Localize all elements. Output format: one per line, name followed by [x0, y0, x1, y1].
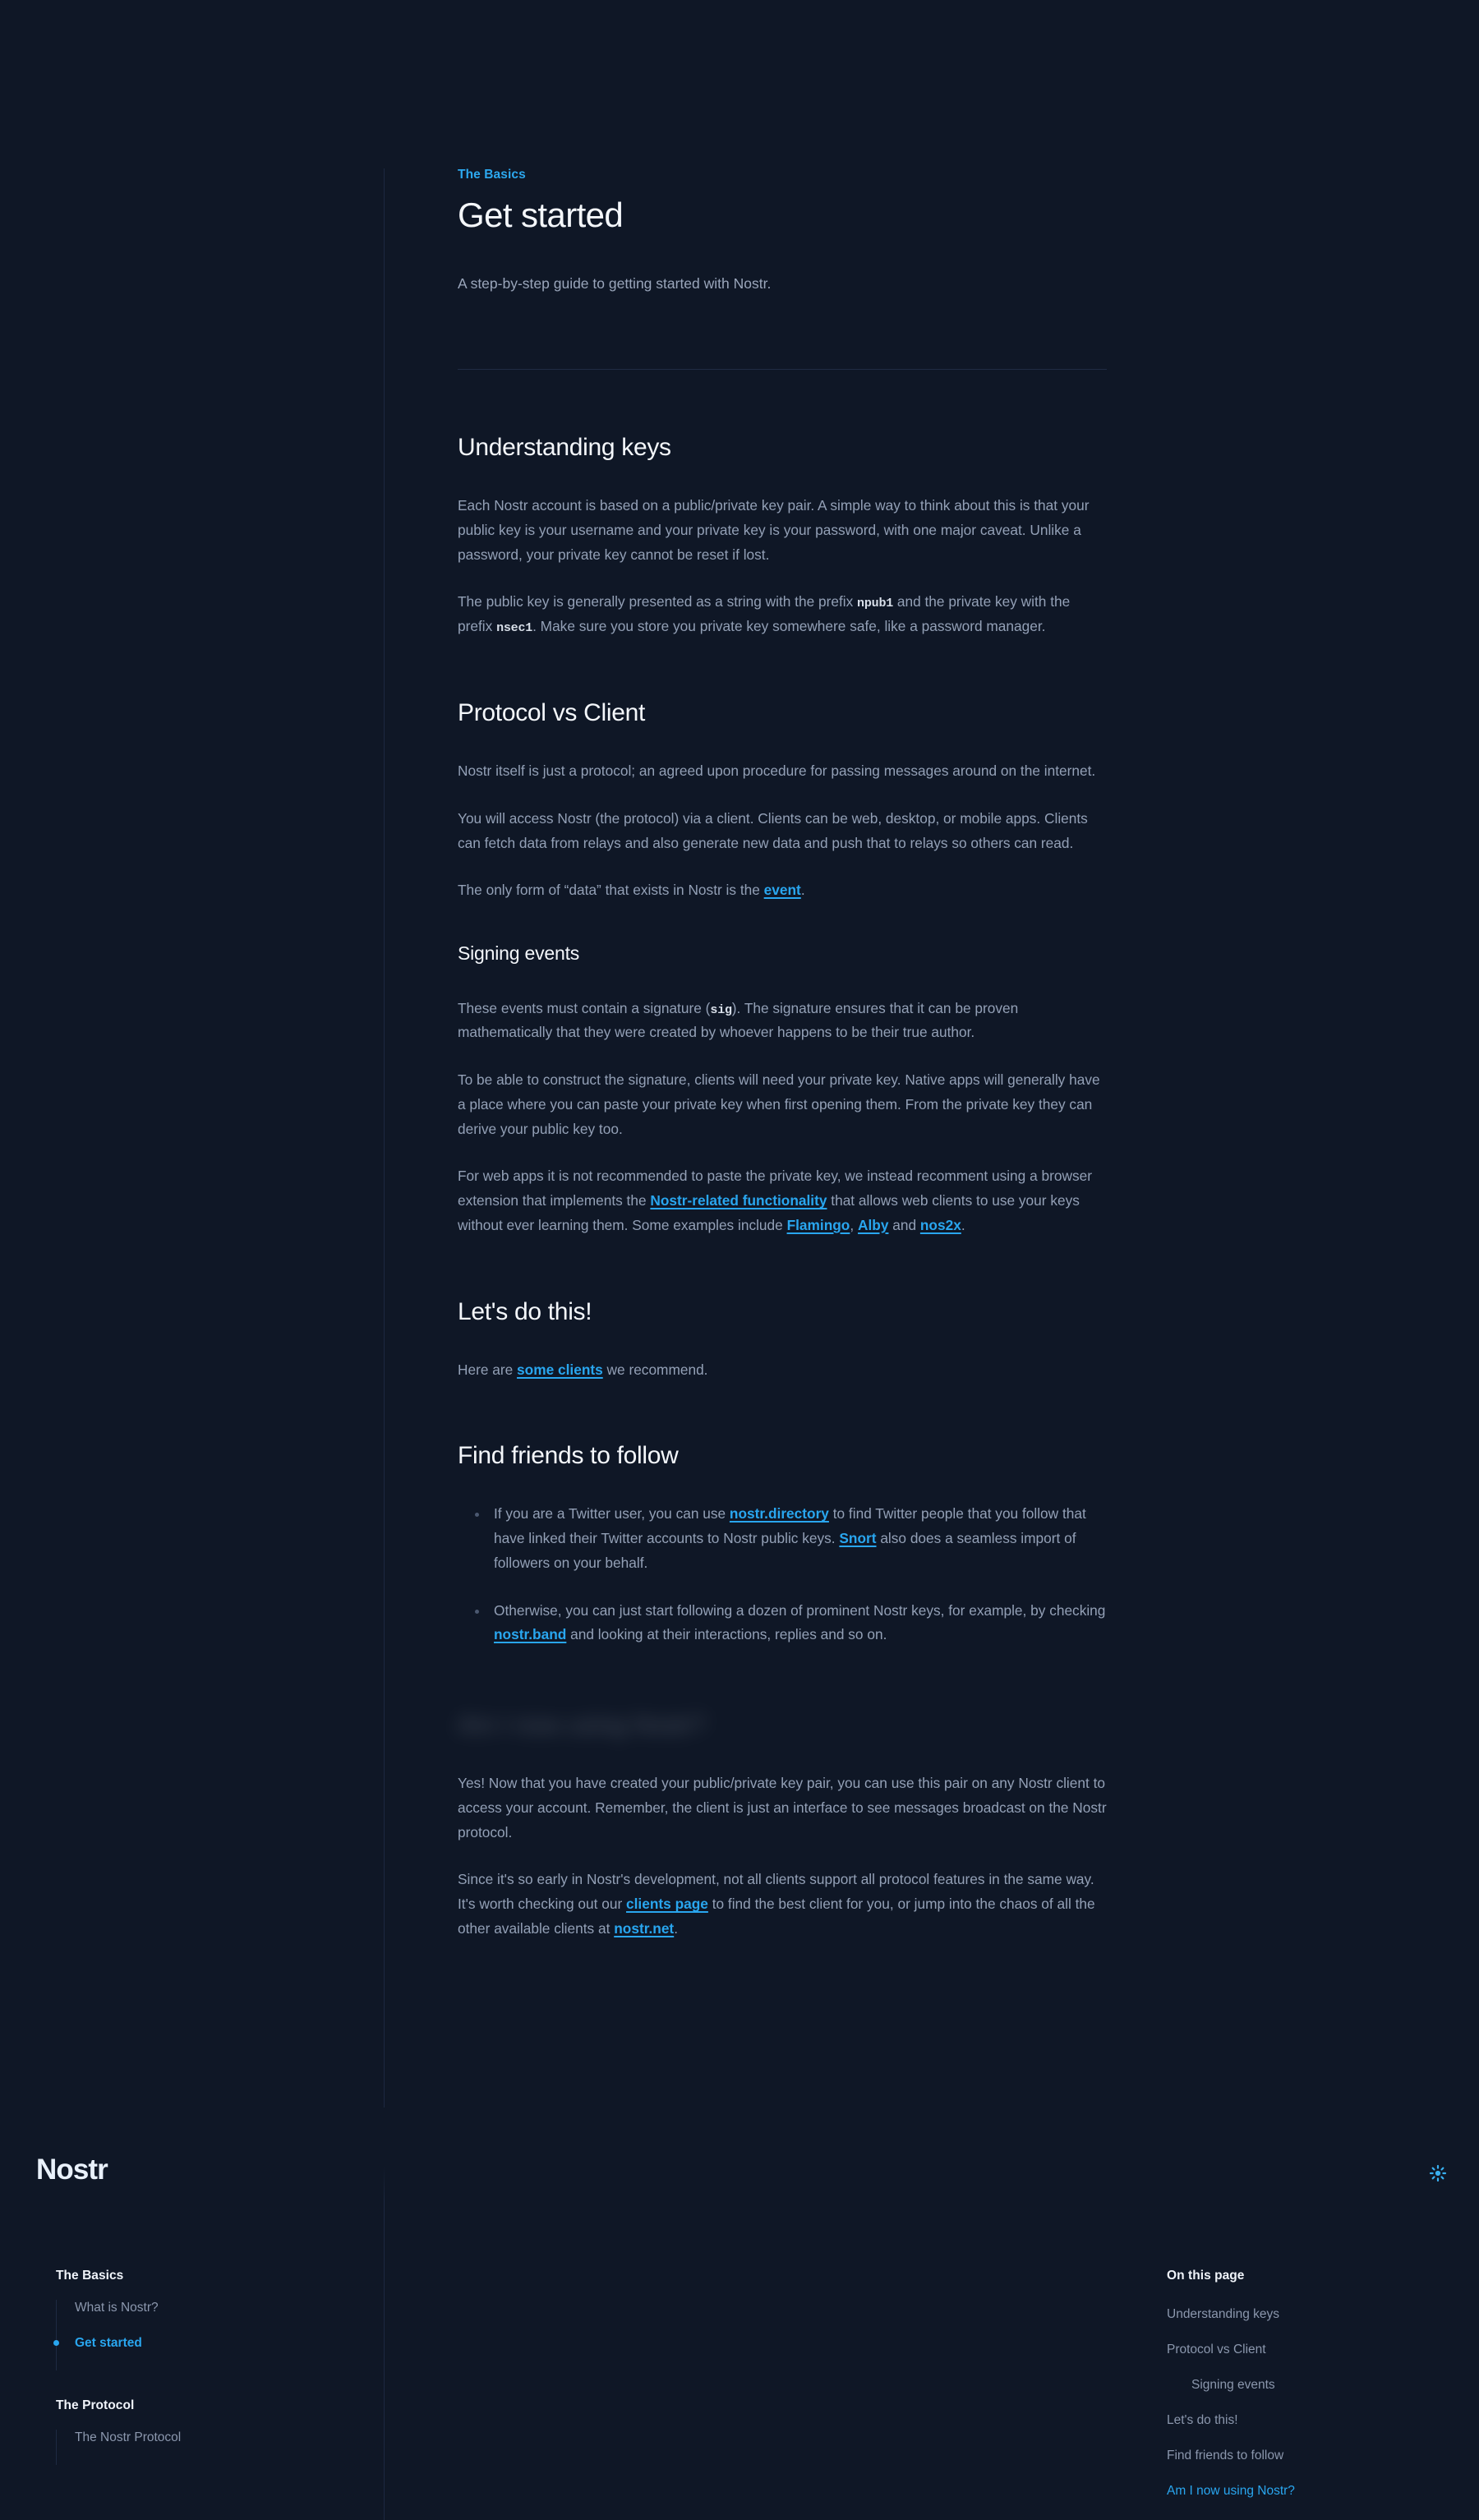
body-link[interactable]: Alby [858, 1217, 888, 1233]
body-paragraph: To be able to construct the signature, c… [458, 1071, 1100, 1137]
body-link[interactable]: event [764, 882, 801, 898]
body-link[interactable]: nos2x [920, 1217, 961, 1233]
body-paragraph: Here are some clients we recommend. [458, 1361, 708, 1378]
body-link[interactable]: nostr.band [494, 1626, 566, 1642]
bullet-list: If you are a Twitter user, you can use n… [458, 1502, 1107, 1647]
body-paragraph: Nostr itself is just a protocol; an agre… [458, 762, 1096, 780]
body-paragraph: For web apps it is not recommended to pa… [458, 1168, 1092, 1233]
body-paragraph: The public key is generally presented as… [458, 593, 1071, 636]
article-content: The Basics Get started A step-by-step gu… [458, 0, 1107, 1942]
list-item: If you are a Twitter user, you can use n… [458, 1502, 1107, 1575]
toc-title: On this page [1167, 2269, 1245, 2283]
sidebar-group: The Basics What is Nostr? Get started [0, 2269, 384, 2370]
sidebar-item-the-nostr-protocol[interactable]: The Nostr Protocol [75, 2430, 384, 2465]
chrome-backdrop-top [384, 2108, 1134, 2202]
section-heading: Protocol vs Client [458, 699, 646, 727]
body-paragraph: Since it's so early in Nostr's developme… [458, 1871, 1095, 1937]
toc-item-am-i-now-using-nostr[interactable]: Am I now using Nostr? [1167, 2483, 1438, 2500]
article-sections: Understanding keys Each Nostr account is … [458, 433, 1107, 1941]
toc-item-signing-events[interactable]: Signing events [1167, 2377, 1438, 2394]
sidebar-navigation: The Basics What is Nostr? Get started The P… [0, 2269, 384, 2465]
subsection-heading: Signing events [458, 942, 580, 965]
toc-item-find-friends-to-follow[interactable]: Find friends to follow [1167, 2448, 1438, 2465]
breadcrumb-eyebrow: The Basics [458, 168, 526, 182]
sidebar-group-title: The Basics [56, 2269, 124, 2283]
sidebar-item-what-is-nostr[interactable]: What is Nostr? [75, 2300, 384, 2335]
page-title: Get started [458, 196, 624, 234]
list-item: Otherwise, you can just start following … [458, 1599, 1107, 1648]
section-heading: Let's do this! [458, 1297, 592, 1325]
body-paragraph: Each Nostr account is based on a public/… [458, 497, 1090, 563]
body-paragraph: You will access Nostr (the protocol) via… [458, 809, 1088, 851]
toc-list: Understanding keys Protocol vs Client Sign… [1167, 2306, 1438, 2500]
sidebar-item-list: What is Nostr? Get started [53, 2300, 384, 2370]
toc-item-understanding-keys[interactable]: Understanding keys [1167, 2306, 1438, 2324]
inline-code: npub1 [857, 597, 894, 611]
on-this-page-nav: On this page Understanding keys Protocol … [1167, 2269, 1438, 2518]
toc-item-let-s-do-this[interactable]: Let's do this! [1167, 2412, 1438, 2430]
body-paragraph: The only form of “data” that exists in N… [458, 882, 805, 899]
body-link[interactable]: Nostr-related functionality [650, 1192, 827, 1209]
inline-code: nsec1 [496, 621, 533, 636]
column-divider [384, 168, 385, 2520]
brand-logo[interactable]: Nostr [36, 2154, 108, 2186]
sidebar-group: The Protocol The Nostr Protocol [0, 2398, 384, 2465]
sidebar-item-list: The Nostr Protocol [56, 2429, 384, 2465]
page-lede: A step-by-step guide to getting started … [458, 275, 772, 293]
body-paragraph: Yes! Now that you have created your publ… [458, 1775, 1107, 1840]
toc-item-protocol-vs-client[interactable]: Protocol vs Client [1167, 2342, 1438, 2359]
sun-icon[interactable] [1424, 2159, 1452, 2187]
inline-code: sig [710, 1002, 732, 1017]
section-heading: Am I now using Nostr? [458, 1711, 706, 1739]
body-link[interactable]: nostr.net [614, 1920, 674, 1937]
sidebar-group-title: The Protocol [56, 2398, 135, 2412]
section-heading: Find friends to follow [458, 1442, 679, 1470]
body-paragraph: These events must contain a signature (s… [458, 999, 1019, 1041]
section-heading: Understanding keys [458, 434, 671, 462]
page-chrome: Nostr The Basics What is Nostr? Get starte… [0, 2108, 1479, 2520]
sidebar-item-get-started[interactable]: Get started [53, 2335, 384, 2370]
body-link[interactable]: some clients [517, 1361, 603, 1378]
body-link[interactable]: nostr.directory [730, 1505, 829, 1522]
header-divider [458, 369, 1107, 371]
body-link[interactable]: clients page [626, 1896, 708, 1912]
body-link[interactable]: Flamingo [787, 1217, 850, 1233]
body-link[interactable]: Snort [839, 1530, 876, 1546]
